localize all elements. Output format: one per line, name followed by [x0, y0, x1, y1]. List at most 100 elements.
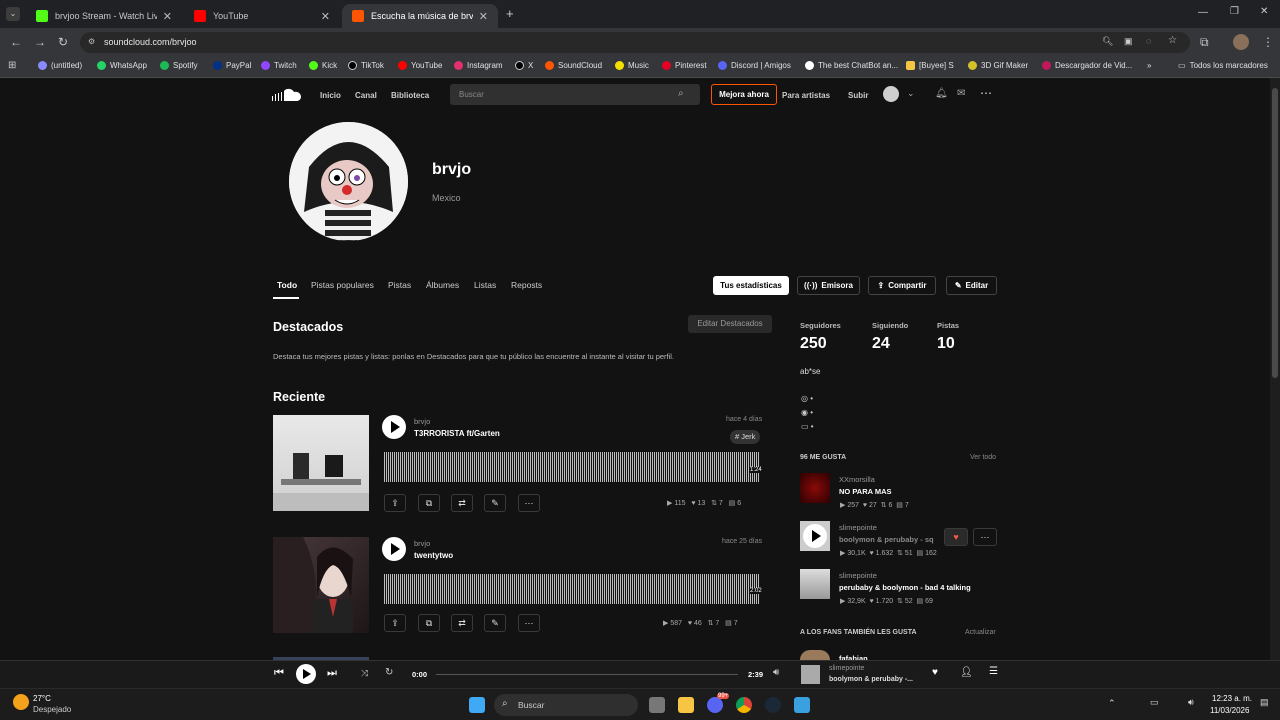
tab-youtube[interactable]: YouTube ✕	[184, 4, 340, 28]
bookmark[interactable]: Kick	[309, 61, 337, 70]
play-button[interactable]	[296, 664, 316, 684]
shuffle-icon[interactable]: ⤨	[361, 668, 368, 679]
tab-reposts[interactable]: Reposts	[511, 280, 542, 290]
bookmark[interactable]: X	[515, 61, 533, 70]
social-link-spotify[interactable]: ◉ •	[801, 408, 813, 417]
windows-start-icon[interactable]	[469, 697, 485, 713]
tab-tracks[interactable]: Pistas	[388, 280, 411, 290]
suggested-avatar[interactable]	[800, 650, 830, 660]
your-stats-button[interactable]: Tus estadísticas	[713, 276, 789, 295]
extensions-icon[interactable]: ⧉	[1200, 35, 1209, 50]
bookmark[interactable]: TikTok	[348, 61, 384, 70]
like-title[interactable]: NO PARA MAS	[839, 487, 892, 496]
volume-icon[interactable]: 🔊︎	[1188, 697, 1194, 708]
following-label[interactable]: Siguiendo	[872, 321, 908, 330]
chevron-down-icon[interactable]: ⌄	[907, 88, 915, 99]
soundcloud-logo[interactable]	[272, 88, 302, 101]
follow-icon[interactable]: 👤︎	[960, 667, 973, 678]
browser-avatar[interactable]	[1233, 34, 1249, 50]
weather-temp[interactable]: 27°C	[33, 694, 51, 703]
bookmark[interactable]: [Buyee] S	[906, 61, 954, 70]
edit-spotlight-button[interactable]: Editar Destacados	[688, 315, 772, 333]
weather-icon[interactable]	[13, 694, 29, 710]
heart-icon[interactable]: ♥	[932, 667, 938, 678]
like-artist[interactable]: XXmorsilla	[839, 475, 875, 484]
play-button[interactable]	[382, 537, 406, 561]
share-icon[interactable]: ⇪	[384, 614, 406, 632]
back-icon[interactable]: ←	[10, 35, 22, 49]
social-link-instagram[interactable]: ◎ •	[801, 394, 813, 403]
more-icon[interactable]: ⋯	[973, 528, 997, 546]
weather-condition[interactable]: Despejado	[33, 705, 71, 714]
share-button[interactable]: ⇪ Compartir	[868, 276, 936, 295]
track-tag[interactable]: # Jerk	[730, 430, 761, 444]
queue-icon[interactable]: ☰	[989, 666, 998, 677]
bookmark[interactable]: Discord | Amigos	[718, 61, 791, 70]
like-artwork[interactable]	[800, 569, 830, 599]
eye-off-icon[interactable]: ◌	[1146, 36, 1151, 46]
bookmark[interactable]: WhatsApp	[97, 61, 147, 70]
upgrade-button[interactable]: Mejora ahora	[711, 84, 777, 105]
previous-icon[interactable]: ⏮	[274, 667, 284, 680]
copy-link-icon[interactable]: ⧉	[418, 614, 440, 632]
nav-artists[interactable]: Para artistas	[782, 91, 830, 100]
scrollbar-thumb[interactable]	[1272, 88, 1278, 378]
waveform[interactable]	[384, 574, 760, 604]
share-icon[interactable]: ⇪	[384, 494, 406, 512]
following-count[interactable]: 24	[872, 335, 890, 353]
track-title[interactable]: T3RRORISTA ft/Garten	[414, 429, 500, 438]
close-icon[interactable]: ✕	[321, 10, 330, 23]
apps-icon[interactable]: ⊞	[8, 60, 16, 71]
window-close-icon[interactable]: ✕	[1260, 6, 1268, 17]
bookmark[interactable]: (untitled)	[38, 61, 82, 70]
search-icon[interactable]: ⌕	[678, 88, 684, 99]
like-title[interactable]: perubaby & boolymon - bad 4 talking	[839, 583, 971, 592]
bookmark[interactable]: The best ChatBot an...	[805, 61, 898, 70]
see-all-link[interactable]: Ver todo	[970, 454, 996, 461]
track-artwork[interactable]	[273, 537, 369, 633]
next-icon[interactable]: ⏭	[327, 667, 337, 680]
bell-icon[interactable]: 🔔︎	[935, 88, 948, 99]
tray-chevron-icon[interactable]: ⌃	[1108, 698, 1116, 709]
new-tab-button[interactable]: +	[506, 6, 514, 21]
task-view-icon[interactable]	[649, 697, 665, 713]
bookmark[interactable]: Instagram	[454, 61, 503, 70]
bookmark[interactable]: Spotify	[160, 61, 197, 70]
bookmark[interactable]: 3D Gif Maker	[968, 61, 1028, 70]
more-icon[interactable]: ⋯	[980, 86, 992, 100]
play-button[interactable]	[803, 524, 827, 548]
waveform[interactable]	[384, 452, 760, 482]
play-button[interactable]	[382, 415, 406, 439]
now-playing-artist[interactable]: slimepointe	[829, 665, 864, 672]
like-artist[interactable]: slimepointe	[839, 571, 877, 580]
track-artwork[interactable]	[273, 415, 369, 511]
forward-icon[interactable]: →	[34, 35, 46, 49]
close-icon[interactable]: ✕	[163, 10, 172, 23]
bookmark[interactable]: Music	[615, 61, 649, 70]
bookmark[interactable]: SoundCloud	[545, 61, 602, 70]
heart-icon[interactable]: ♥	[944, 528, 968, 546]
pencil-icon[interactable]: ✎	[484, 614, 506, 632]
pencil-icon[interactable]: ✎	[484, 494, 506, 512]
reload-icon[interactable]: ↻	[58, 35, 68, 49]
tab-albums[interactable]: Álbumes	[426, 280, 459, 290]
station-button[interactable]: ((·)) Emisora	[797, 276, 860, 295]
volume-icon[interactable]: 🔊︎	[773, 667, 779, 678]
nav-upload[interactable]: Subir	[848, 91, 868, 100]
progress-track[interactable]	[436, 674, 738, 675]
bookmark[interactable]: YouTube	[398, 61, 442, 70]
clock-date[interactable]: 11/03/2026	[1210, 706, 1249, 715]
refresh-link[interactable]: Actualizar	[965, 629, 996, 636]
bookmark[interactable]: Pinterest	[662, 61, 707, 70]
tracks-count[interactable]: 10	[937, 335, 955, 353]
bookmark[interactable]: PayPal	[213, 61, 251, 70]
track-title[interactable]: twentytwo	[414, 551, 453, 560]
tab-all[interactable]: Todo	[277, 280, 297, 290]
site-info-icon[interactable]: ⚙	[88, 37, 95, 46]
like-artist[interactable]: slimepointe	[839, 523, 877, 532]
minimize-icon[interactable]: —	[1198, 7, 1208, 18]
omnibox[interactable]: ⚙ soundcloud.com/brvjoo 🔍︎ ▣ ◌ ☆	[80, 32, 1190, 53]
notifications-icon[interactable]: ▤	[1260, 697, 1269, 708]
track-artist[interactable]: brvjo	[414, 539, 430, 548]
tab-kick[interactable]: brvjoo Stream - Watch Live on K ✕	[26, 4, 182, 28]
